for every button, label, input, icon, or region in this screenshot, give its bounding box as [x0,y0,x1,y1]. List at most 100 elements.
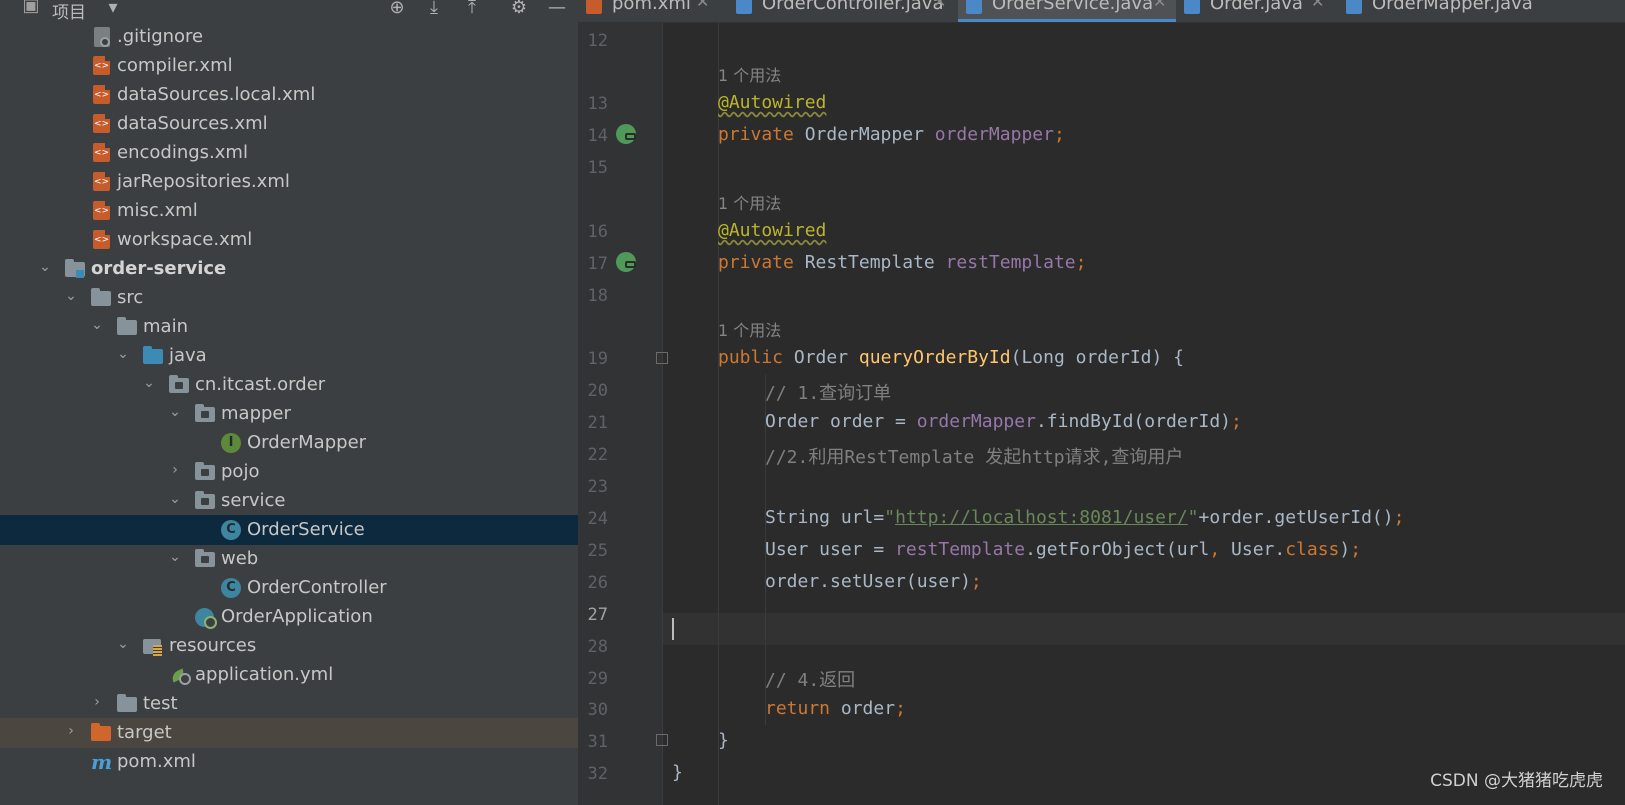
bean-navigation-icon[interactable] [616,124,636,144]
tree-item-jarrepositories-xml[interactable]: <> jarRepositories.xml [0,167,596,197]
tree-item-web[interactable]: ⌄ web [0,544,596,574]
tree-item-order-service[interactable]: ⌄ order-service [0,254,596,284]
tree-item-ordercontroller[interactable]: C OrderController [0,573,596,603]
dropdown-chevron-icon[interactable]: ▾ [102,0,124,19]
tree-item-encodings-xml[interactable]: <> encodings.xml [0,138,596,168]
code-line-25[interactable]: User user = restTemplate.getForObject(ur… [765,539,1361,560]
close-icon[interactable]: ✕ [1311,0,1324,11]
code-line-22[interactable]: //2.利用RestTemplate 发起http请求,查询用户 [765,443,1183,469]
tree-item-compiler-xml[interactable]: <> compiler.xml [0,51,596,81]
code-line-21[interactable]: Order order = orderMapper.findById(order… [765,411,1242,432]
tab-ordermapper-java[interactable]: OrderMapper.java [1338,0,1625,22]
xml-file-icon: <> [92,172,114,192]
tree-item-label: service [221,490,286,511]
tree-item-orderapplication[interactable]: OrderApplication [0,602,596,632]
editor-tab-bar: pom.xml ✕ OrderController.java ✕ OrderSe… [578,0,1625,23]
chevron-down-icon[interactable]: ⌄ [168,550,182,564]
line-number: 12 [587,31,608,51]
tree-item-target[interactable]: › target [0,718,596,748]
close-icon[interactable]: ✕ [696,0,709,11]
code-line-24[interactable]: String url="http://localhost:8081/user/"… [765,507,1404,528]
tab-order-java[interactable]: Order.java ✕ [1176,0,1338,22]
locate-file-icon[interactable]: ⊕ [386,0,408,19]
line-number-current: 27 [587,605,608,625]
chevron-down-icon[interactable]: ⌄ [38,260,52,274]
close-icon[interactable]: ✕ [1153,0,1166,11]
chevron-right-icon[interactable]: › [90,695,104,709]
url-link[interactable]: http://localhost:8081/user/ [895,507,1188,528]
tree-item-datasources-local-xml[interactable]: <> dataSources.local.xml [0,80,596,110]
chevron-down-icon[interactable]: ⌄ [142,376,156,390]
chevron-right-icon[interactable]: › [64,724,78,738]
collapse-all-icon[interactable]: ⤒ [461,0,483,19]
code-line-30[interactable]: return order; [765,698,906,719]
chevron-down-icon[interactable]: ⌄ [90,318,104,332]
expand-all-icon[interactable]: ⤓ [423,0,445,19]
project-view-icon[interactable]: ▣ [20,0,42,17]
chevron-down-icon[interactable]: ⌄ [116,347,130,361]
code-line-32[interactable]: } [672,762,683,783]
tree-item-ordermapper[interactable]: I OrderMapper [0,428,596,458]
code-line-20[interactable]: // 1.查询订单 [765,379,891,405]
chevron-right-icon[interactable]: › [168,463,182,477]
tree-item-label: jarRepositories.xml [117,171,290,192]
folder-icon [91,288,113,308]
tree-item-service[interactable]: ⌄ service [0,486,596,516]
line-number: 15 [587,158,608,178]
tree-item-orderservice[interactable]: C OrderService [0,515,596,545]
tab-pom-xml[interactable]: pom.xml ✕ [578,0,728,22]
project-panel-title[interactable]: 项目 [52,0,86,23]
usage-hint[interactable]: 1 个用法 [718,317,781,341]
tree-item-label: target [117,722,172,743]
tab-ordercontroller-java[interactable]: OrderController.java ✕ [728,0,958,22]
bean-navigation-icon[interactable] [616,252,636,272]
punct-token: ; [1053,124,1065,145]
code-line-29[interactable]: // 4.返回 [765,666,855,692]
code-line-31[interactable]: } [718,730,729,751]
tree-item-gitignore[interactable]: .gitignore [0,22,596,52]
code-line-17[interactable]: private RestTemplate restTemplate; [718,252,1086,273]
chevron-down-icon[interactable]: ⌄ [168,492,182,506]
code-line-26[interactable]: order.setUser(user); [765,571,982,592]
tree-item-test[interactable]: › test [0,689,596,719]
tree-item-resources[interactable]: ⌄ resources [0,631,596,661]
tab-orderservice-java[interactable]: OrderService.java ✕ [958,0,1176,22]
fold-marker-icon[interactable] [656,734,668,746]
tree-item-src[interactable]: ⌄ src [0,283,596,313]
fold-marker-icon[interactable] [656,352,668,364]
tree-item-misc-xml[interactable]: <> misc.xml [0,196,596,226]
package-icon [195,549,217,569]
yml-file-icon [169,665,191,685]
field-token: restTemplate [895,539,1026,560]
hide-panel-icon[interactable]: — [546,0,568,19]
code-line-19[interactable]: public Order queryOrderById(Long orderId… [718,347,1184,368]
tree-item-cn-itcast-order[interactable]: ⌄ cn.itcast.order [0,370,596,400]
gear-icon[interactable]: ⚙ [508,0,530,19]
tree-item-main[interactable]: ⌄ main [0,312,596,342]
tree-item-label: test [143,693,178,714]
tree-item-label: misc.xml [117,200,198,221]
usage-hint[interactable]: 1 个用法 [718,190,781,214]
chevron-down-icon[interactable]: ⌄ [64,289,78,303]
chevron-down-icon[interactable]: ⌄ [116,637,130,651]
tree-item-pojo[interactable]: › pojo [0,457,596,487]
project-panel-header: ▣ 项目 ▾ ⊕ ⤓ ⤒ ⚙ — [0,0,596,24]
java-file-icon [736,0,752,14]
tree-item-label: java [169,345,207,366]
close-icon[interactable]: ✕ [933,0,946,11]
tree-item-application-yml[interactable]: application.yml [0,660,596,690]
java-file-icon [1346,0,1362,14]
code-line-13[interactable]: @Autowired [718,92,826,113]
tree-item-pom-xml[interactable]: m pom.xml [0,747,596,777]
code-line-16[interactable]: @Autowired [718,220,826,241]
tree-item-label: resources [169,635,257,656]
tree-item-workspace-xml[interactable]: <> workspace.xml [0,225,596,255]
usage-hint[interactable]: 1 个用法 [718,62,781,86]
tree-item-java[interactable]: ⌄ java [0,341,596,371]
chevron-down-icon[interactable]: ⌄ [168,405,182,419]
tree-item-label: cn.itcast.order [195,374,326,395]
tree-item-mapper[interactable]: ⌄ mapper [0,399,596,429]
code-line-14[interactable]: private OrderMapper orderMapper; [718,124,1065,145]
tree-item-datasources-xml[interactable]: <> dataSources.xml [0,109,596,139]
code-token: Order order = [765,411,917,432]
